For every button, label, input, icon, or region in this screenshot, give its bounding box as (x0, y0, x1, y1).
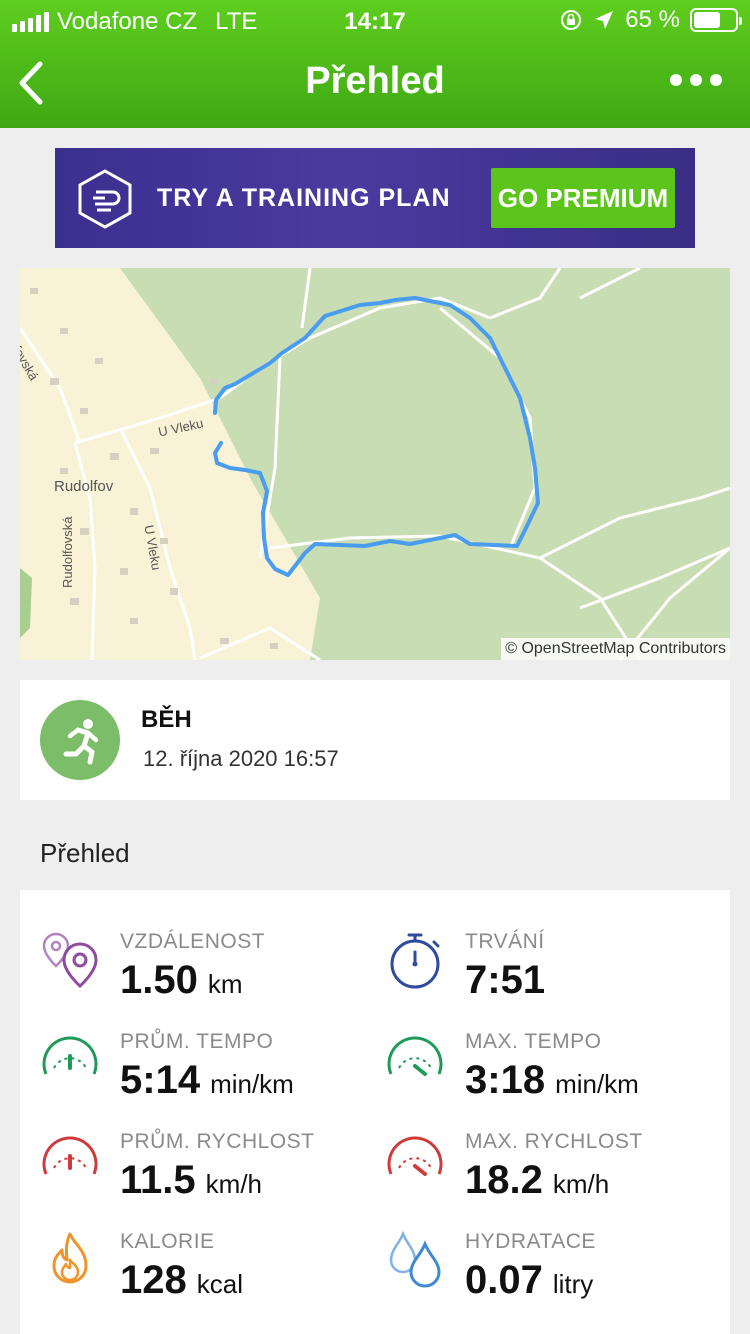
nav-bar: Přehled (0, 42, 750, 128)
stat-unit: km/h (205, 1169, 262, 1199)
map-village-label: Rudolfov (54, 478, 114, 495)
banner-text: TRY A TRAINING PLAN (157, 184, 451, 212)
location-arrow-icon (595, 11, 614, 29)
gauge-icon (387, 1036, 443, 1076)
stopwatch-icon (390, 933, 440, 989)
stat-unit: min/km (210, 1069, 294, 1099)
stat-unit: km/h (552, 1169, 610, 1199)
activity-name: BĚH (141, 706, 192, 733)
page-title: Přehled (305, 60, 445, 102)
map-street-label: Rudolfovská (60, 516, 75, 588)
battery-percent: 65 % (625, 6, 680, 33)
map-pins-icon (42, 932, 98, 988)
activity-card: BĚH 12. října 2020 16:57 (20, 680, 730, 800)
stat-value: 0.07 (465, 1258, 543, 1302)
premium-banner[interactable]: TRY A TRAINING PLAN GO PREMIUM (55, 148, 695, 248)
stat-value: 7:51 (465, 958, 546, 1002)
activity-type-badge (40, 700, 120, 780)
stat-max-speed: MAX. RYCHLOST 18.2 km/h (385, 1130, 725, 1226)
stat-value: 1.50 (120, 958, 198, 1002)
stat-label: MAX. TEMPO (465, 1030, 602, 1053)
stat-hydration: HYDRATACE 0.07 litry (385, 1230, 725, 1326)
route-map[interactable]: U Vleku Rudolfov U Vleku Rudolfovská dol… (20, 268, 730, 660)
stat-label: HYDRATACE (465, 1230, 596, 1253)
stat-label: VZDÁLENOST (120, 930, 266, 953)
rotation-lock-icon (561, 10, 582, 30)
stat-unit: km (207, 969, 243, 999)
training-plan-icon (78, 169, 132, 229)
route-line (213, 296, 540, 577)
running-person-icon (63, 719, 99, 765)
status-bar: Vodafone CZ LTE 14:17 65 % (0, 0, 750, 42)
more-options-icon[interactable] (670, 74, 722, 86)
stat-label: PRŮM. RYCHLOST (120, 1130, 315, 1153)
stat-calories: KALORIE 128 kcal (40, 1230, 380, 1326)
stat-unit: min/km (555, 1069, 639, 1099)
stat-duration: TRVÁNÍ 7:51 (385, 930, 725, 1026)
stat-unit: litry (552, 1269, 594, 1299)
stat-label: PRŮM. TEMPO (120, 1030, 274, 1053)
stat-avg-speed: PRŮM. RYCHLOST 11.5 km/h (40, 1130, 380, 1226)
section-title: Přehled (40, 838, 130, 868)
gauge-icon (42, 1136, 98, 1175)
activity-datetime: 12. října 2020 16:57 (143, 746, 339, 771)
stat-label: TRVÁNÍ (465, 930, 545, 953)
gauge-icon (42, 1036, 98, 1075)
flame-icon (52, 1232, 88, 1284)
map-attribution[interactable]: © OpenStreetMap Contributors (501, 638, 730, 660)
gauge-icon (387, 1136, 443, 1176)
stat-value: 128 (120, 1258, 187, 1302)
water-drops-icon (389, 1230, 441, 1288)
stat-unit: kcal (196, 1269, 243, 1299)
stat-value: 11.5 (120, 1158, 196, 1202)
stats-card: VZDÁLENOST 1.50 km TRVÁNÍ 7:51 PRŮM. TEMP… (20, 890, 730, 1334)
map-canvas (20, 268, 730, 660)
battery-icon (690, 8, 742, 32)
go-premium-button[interactable]: GO PREMIUM (491, 168, 675, 228)
stat-avg-pace: PRŮM. TEMPO 5:14 min/km (40, 1030, 380, 1126)
app-header: Vodafone CZ LTE 14:17 65 % Přehled (0, 0, 750, 128)
stat-label: MAX. RYCHLOST (465, 1130, 643, 1153)
stat-value: 5:14 (120, 1058, 201, 1102)
stat-label: KALORIE (120, 1230, 215, 1253)
stat-value: 18.2 (465, 1158, 543, 1202)
stat-max-pace: MAX. TEMPO 3:18 min/km (385, 1030, 725, 1126)
stat-distance: VZDÁLENOST 1.50 km (40, 930, 380, 1026)
stat-value: 3:18 (465, 1058, 546, 1102)
